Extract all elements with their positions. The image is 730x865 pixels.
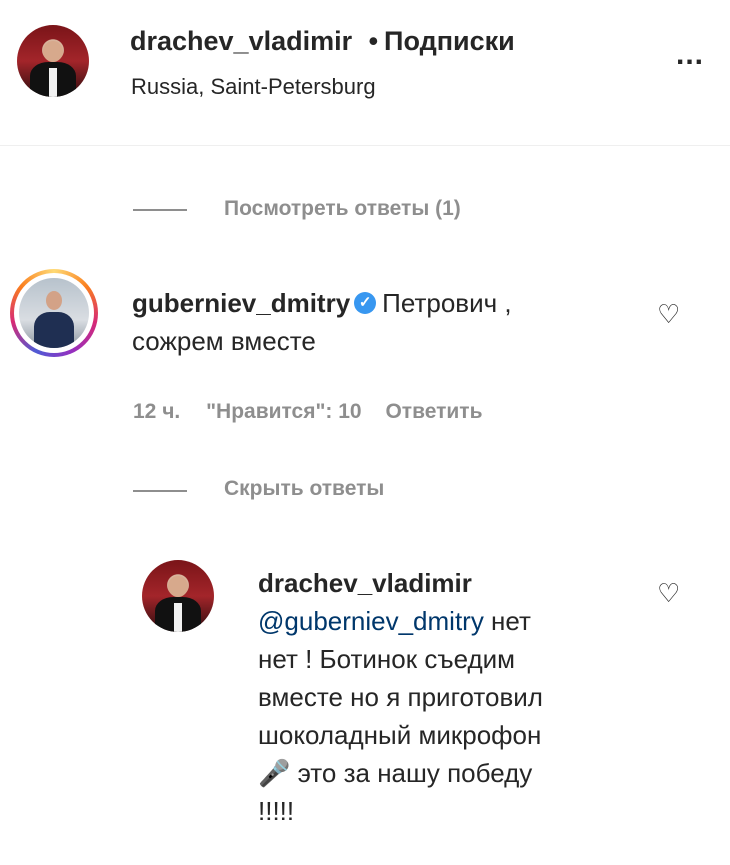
microphone-emoji: 🎤 xyxy=(258,758,291,788)
comment-text-line1: Петрович , xyxy=(382,288,512,318)
story-ring[interactable] xyxy=(10,269,98,357)
hide-replies-button[interactable]: Скрыть ответы xyxy=(224,477,384,501)
verified-badge-icon: ✓ xyxy=(354,292,377,315)
follow-status-button[interactable]: Подписки xyxy=(384,26,515,56)
header-divider xyxy=(0,145,730,146)
reply-line2: нет ! Ботинок съедим xyxy=(258,644,516,674)
reply-username[interactable]: drachev_vladimir xyxy=(258,564,648,602)
reply-body: drachev_vladimir @guberniev_dmitry нет н… xyxy=(258,564,648,830)
comment-body: guberniev_dmitry ✓ Петрович , сожрем вмест… xyxy=(132,284,632,360)
reply-author-avatar[interactable] xyxy=(142,560,214,632)
header-title-row: drachev_vladimir • Подписки xyxy=(130,26,515,57)
comment-likes[interactable]: "Нравится": 10 xyxy=(206,400,362,423)
comment-text-line2: сожрем вместе xyxy=(132,326,316,356)
reply-line5-rest: это за нашу победу xyxy=(290,758,533,788)
commenter-avatar xyxy=(19,278,89,348)
reply-heart-icon[interactable]: ♡ xyxy=(657,578,680,609)
reply-mention-link[interactable]: @guberniev_dmitry xyxy=(258,606,484,636)
hide-replies-line xyxy=(133,490,187,492)
heart-icon[interactable]: ♡ xyxy=(657,299,680,330)
view-replies-line xyxy=(133,209,187,211)
reply-line3: вместе но я приготовил xyxy=(258,682,543,712)
post-location[interactable]: Russia, Saint-Petersburg xyxy=(131,74,376,100)
separator-dot: • xyxy=(368,26,379,56)
commenter-username[interactable]: guberniev_dmitry xyxy=(132,288,350,318)
reply-button[interactable]: Ответить xyxy=(385,400,482,423)
comment-meta: 12 ч. "Нравится": 10 Ответить xyxy=(133,400,483,424)
view-replies-button[interactable]: Посмотреть ответы (1) xyxy=(224,197,461,221)
reply-line4: шоколадный микрофон xyxy=(258,720,542,750)
more-options-icon[interactable]: ... xyxy=(676,38,704,72)
author-avatar[interactable] xyxy=(17,25,89,97)
author-username[interactable]: drachev_vladimir xyxy=(130,26,352,56)
reply-line1-rest: нет xyxy=(483,606,531,636)
comment-time[interactable]: 12 ч. xyxy=(133,400,180,423)
reply-line6: !!!!! xyxy=(258,796,295,826)
post-header: drachev_vladimir • Подписки Russia, Saint… xyxy=(0,0,730,145)
